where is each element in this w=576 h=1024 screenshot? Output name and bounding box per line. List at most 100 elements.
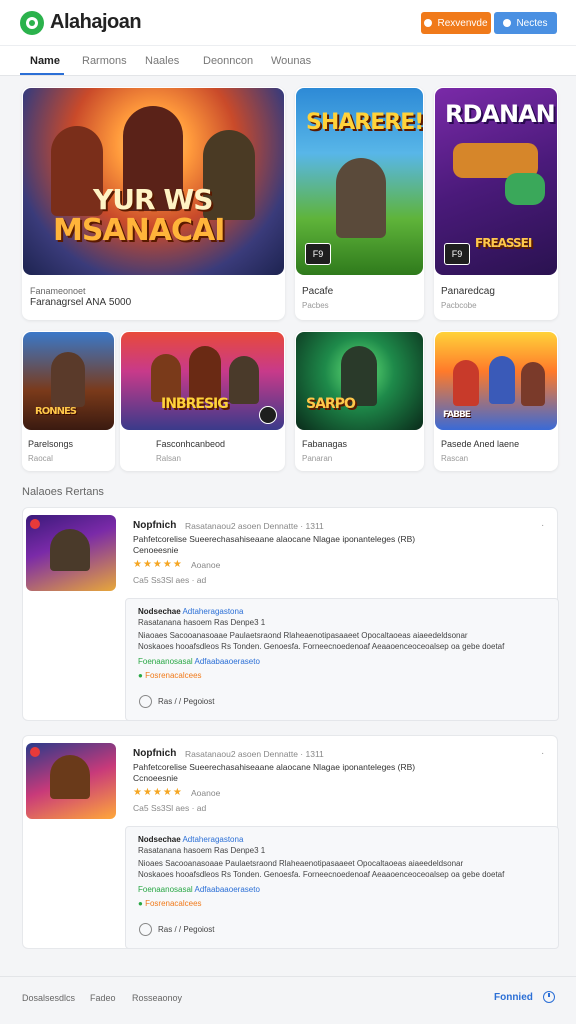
game-card-4-art: RONNES	[23, 332, 114, 430]
reply-box: Nodsechae Adtaheragastona Rasatanana has…	[125, 826, 559, 949]
blue-action-button[interactable]: Nectes	[494, 12, 557, 34]
game-card-3-label: Panaredcag	[441, 286, 495, 297]
tab-wounas[interactable]: Wounas	[271, 55, 311, 67]
more-options-icon[interactable]: ·	[541, 520, 544, 531]
footer-link-2[interactable]: Fadeo	[90, 993, 116, 1003]
game-card-2-art: SHARERE! F9	[296, 88, 423, 275]
game-card-7[interactable]: FABBE Pasede Aned laene Rascan	[434, 331, 558, 471]
featured-art-title-line2: MSANACAI	[53, 213, 225, 248]
game-card-2[interactable]: SHARERE! F9 Pacafe Pacbes	[295, 87, 424, 320]
game-card-2-sub: Pacbes	[302, 301, 329, 310]
game-card-3-art: RDANAN FREASSEI F9	[435, 88, 557, 275]
review-thumb-figure	[50, 529, 90, 571]
section-title: Nalaoes Rertans	[22, 486, 104, 498]
review-card: · Nopfnich Rasatanaou2 asoen Dennatte · …	[22, 507, 559, 721]
card-4-figure	[51, 352, 85, 407]
reply-action[interactable]: Ras / / Pegoiost	[158, 925, 214, 934]
reply-action[interactable]: Ras / / Pegoiost	[158, 697, 214, 706]
blue-action-label: Nectes	[516, 17, 548, 29]
reply-body-1: Nioaes Sacooanasoaae Paulaetsraond Rlahe…	[138, 859, 464, 868]
game-card-5-label: Fasconhcanbeod	[156, 439, 226, 449]
footer: Dosalsesdlcs Fadeo Rosseaonoy Fonnied	[0, 976, 576, 1024]
review-line-2: Ccnoeesnie	[133, 773, 178, 783]
tab-bar: Name Rarmons Naales Deonncon Wounas	[0, 46, 576, 76]
game-card-3-badge: F9	[444, 243, 470, 265]
more-options-icon[interactable]: ·	[541, 748, 544, 759]
game-card-5-badge-icon	[259, 406, 277, 424]
footer-link-1[interactable]: Dosalsesdlcs	[22, 993, 75, 1003]
orange-action-button[interactable]: Rexvenvde	[421, 12, 491, 34]
active-tab-indicator	[20, 73, 64, 75]
game-card-4-sub: Raocal	[28, 454, 53, 463]
card-5-figure-c	[229, 356, 259, 404]
game-card-4-label: Parelsongs	[28, 439, 74, 449]
game-card-2-badge: F9	[305, 243, 331, 265]
review-meta: Rasatanaou2 asoen Dennatte · 1311	[185, 521, 324, 531]
check-icon: ●	[138, 899, 143, 908]
reply-link-orange[interactable]: Fosrenacalcees	[145, 899, 201, 908]
review-meta: Rasatanaou2 asoen Dennatte · 1311	[185, 749, 324, 759]
reply-body-2: Noskaoes hooafsdleos Rs Tonden. Genoesfa…	[138, 642, 505, 651]
featured-art-title-line1: YUR WS	[93, 183, 213, 216]
game-card-6-art: SARPO	[296, 332, 423, 430]
footer-action-link[interactable]: Fonnied	[494, 992, 533, 1003]
game-card-3-sub: Pacbcobe	[441, 301, 477, 310]
card-5-figure-a	[151, 354, 181, 402]
reply-link-blue[interactable]: Adfaabaaoeraseto	[195, 885, 260, 894]
top-header: Alahajoan Rexvenvde Nectes	[0, 0, 576, 46]
game-card-3[interactable]: RDANAN FREASSEI F9 Panaredcag Pacbcobe	[434, 87, 558, 320]
review-game-thumbnail[interactable]	[26, 743, 116, 819]
card-7-figure-b	[489, 356, 515, 404]
game-card-7-art-title: FABBE	[443, 410, 471, 420]
tab-home[interactable]: Name	[30, 55, 60, 67]
footer-link-3[interactable]: Rosseaonoy	[132, 993, 182, 1003]
rating-stars-icon: ★★★★★	[133, 559, 183, 570]
rating-text: Aoanoe	[191, 788, 221, 798]
reply-link-orange[interactable]: Fosrenacalcees	[145, 671, 201, 680]
tab-naales[interactable]: Naales	[145, 55, 179, 67]
app-name[interactable]: Alahajoan	[50, 11, 142, 34]
review-line-1: Pahfetcorelise Sueerechasahiseaane alaoc…	[133, 762, 416, 772]
game-card-5[interactable]: INBRESIG Fasconhcanbeod Ralsan	[120, 331, 285, 471]
tab-rarmons[interactable]: Rarmons	[82, 55, 127, 67]
app-logo-icon[interactable]	[20, 11, 44, 35]
game-card-6-sub: Panaran	[302, 454, 333, 463]
like-heart-icon[interactable]	[139, 923, 152, 936]
reply-box: Nodsechae Adtaheragastona Rasatanana has…	[125, 598, 559, 721]
game-card-3-art-title: RDANAN	[445, 100, 556, 128]
review-line-1: Pahfetcorelise Sueerechasahiseaane alaoc…	[133, 534, 416, 544]
game-card-7-sub: Rascan	[441, 454, 469, 463]
review-date: Ca5 Ss3Sl aes · ad	[133, 575, 207, 585]
reply-body-1: Niaoaes Sacooanasoaae Paulaetsraond Rlah…	[138, 631, 468, 640]
reply-link-blue[interactable]: Adfaabaaoeraseto	[195, 657, 260, 666]
featured-card-sub: Faranagrsel ANА 5000	[30, 297, 132, 308]
reply-link-green[interactable]: Foenaanosasal	[138, 657, 193, 666]
reviewer-name[interactable]: Nopfnich	[133, 520, 176, 531]
rating-text: Aoanoe	[191, 560, 221, 570]
card-5-figure-b	[189, 346, 221, 400]
review-game-thumbnail[interactable]	[26, 515, 116, 591]
clock-icon[interactable]	[543, 991, 555, 1003]
game-card-2-art-title: SHARERE!	[306, 110, 423, 135]
review-date: Ca5 Ss3Sl aes · ad	[133, 803, 207, 813]
game-card-5-sub: Ralsan	[156, 454, 181, 463]
reply-author[interactable]: Nodsechae	[138, 835, 181, 844]
reply-tag[interactable]: Adtaheragastona	[182, 607, 243, 616]
tab-deonncon[interactable]: Deonncon	[203, 55, 253, 67]
game-card-4[interactable]: RONNES Parelsongs Raocal	[22, 331, 115, 471]
reply-tag[interactable]: Adtaheragastona	[182, 835, 243, 844]
like-heart-icon[interactable]	[139, 695, 152, 708]
reply-meta: Rasatanana hasoem Ras Denpe3 1	[138, 846, 266, 855]
card-7-figure-c	[521, 362, 545, 406]
game-card-6[interactable]: SARPO Fabanagas Panaran	[295, 331, 424, 471]
reply-link-green[interactable]: Foenaanosasal	[138, 885, 193, 894]
orange-action-label: Rexvenvde	[437, 17, 488, 29]
reviewer-name[interactable]: Nopfnich	[133, 748, 176, 759]
check-icon: ●	[138, 671, 143, 680]
live-dot-icon	[30, 519, 40, 529]
reply-header: Nodsechae Adtaheragastona	[138, 607, 243, 616]
reply-header: Nodsechae Adtaheragastona	[138, 835, 243, 844]
featured-game-card[interactable]: YUR WS MSANACAI Fanameonoet Faranagrsel …	[22, 87, 285, 320]
reply-author[interactable]: Nodsechae	[138, 607, 181, 616]
review-thumb-figure	[50, 755, 90, 799]
